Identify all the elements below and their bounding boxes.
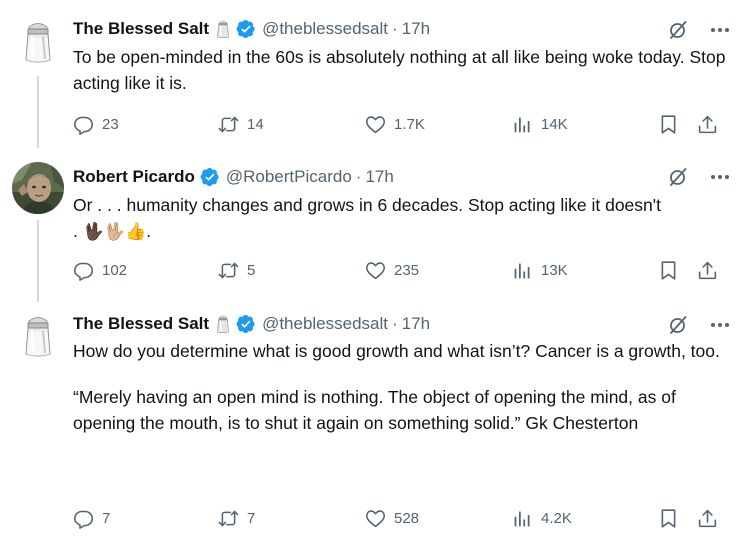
timestamp[interactable]: 17h <box>402 314 430 334</box>
salt-shaker-emoji-icon <box>215 314 231 334</box>
reply-icon <box>73 260 94 281</box>
verified-badge-icon <box>236 19 256 39</box>
retweet-button[interactable]: 5 <box>218 258 255 282</box>
thread-line <box>37 220 39 302</box>
tweet-1[interactable]: The Blessed Salt @theblessedsalt · 17h T… <box>0 0 753 148</box>
heart-icon <box>365 508 386 529</box>
bookmark-button[interactable] <box>658 506 679 530</box>
retweet-button[interactable]: 14 <box>218 112 264 136</box>
verified-badge-icon <box>200 167 220 187</box>
tweet-text-line: Or . . . humanity changes and grows in 6… <box>73 195 661 215</box>
tweet-2[interactable]: Robert Picardo @RobertPicardo · 17h Or .… <box>0 148 753 302</box>
retweet-count: 7 <box>247 509 256 527</box>
salt-shaker-emoji-icon <box>215 19 231 39</box>
like-count: 235 <box>394 261 420 279</box>
username[interactable]: @theblessedsalt <box>262 314 388 334</box>
avatar-salt-shaker-icon[interactable] <box>12 310 64 362</box>
reply-count: 102 <box>102 261 128 279</box>
view-count: 13K <box>541 261 568 279</box>
text-fragment: . <box>73 221 83 241</box>
reply-count: 23 <box>102 115 119 133</box>
thread-line <box>37 76 39 148</box>
text-fragment: . <box>146 221 152 241</box>
username[interactable]: @theblessedsalt <box>262 19 388 39</box>
tweet-text: Or . . . humanity changes and grows in 6… <box>73 192 743 245</box>
like-button[interactable]: 235 <box>365 258 419 282</box>
heart-icon <box>365 260 386 281</box>
share-icon <box>697 508 718 529</box>
reply-button[interactable]: 7 <box>73 506 110 530</box>
share-button[interactable] <box>697 506 718 530</box>
dot-separator: · <box>392 314 398 333</box>
verified-badge-icon <box>236 314 256 334</box>
view-count: 14K <box>541 115 568 133</box>
like-button[interactable]: 528 <box>365 506 419 530</box>
tweet-text: How do you determine what is good growth… <box>73 338 723 436</box>
views-button[interactable]: 14K <box>512 112 568 136</box>
tweet-text-paragraph: “Merely having an open mind is nothing. … <box>73 387 676 433</box>
share-icon <box>697 114 718 135</box>
tweet-header: The Blessed Salt @theblessedsalt · 17h <box>73 17 430 41</box>
tweet-3[interactable]: The Blessed Salt @theblessedsalt · 17h H… <box>0 296 753 547</box>
reply-icon <box>73 114 94 135</box>
avatar-salt-shaker-icon[interactable] <box>12 16 64 68</box>
reply-button[interactable]: 102 <box>73 258 127 282</box>
heart-icon <box>365 114 386 135</box>
more-options-icon[interactable] <box>711 18 729 42</box>
grok-icon[interactable] <box>668 167 688 187</box>
analytics-icon <box>512 508 533 529</box>
username[interactable]: @RobertPicardo <box>226 167 352 187</box>
action-bar: 23 14 1.7K 14K <box>73 112 733 136</box>
tweet-text-line: . 🖖🏿🖖🏼👍. <box>73 218 743 245</box>
analytics-icon <box>512 114 533 135</box>
display-name[interactable]: Robert Picardo <box>73 167 195 187</box>
reply-icon <box>73 508 94 529</box>
more-options-icon[interactable] <box>711 165 729 189</box>
like-count: 1.7K <box>394 115 425 133</box>
view-count: 4.2K <box>541 509 572 527</box>
share-button[interactable] <box>697 258 718 282</box>
tweet-header: Robert Picardo @RobertPicardo · 17h <box>73 165 394 189</box>
action-bar: 102 5 235 13K <box>73 258 733 282</box>
bookmark-icon <box>658 260 679 281</box>
share-icon <box>697 260 718 281</box>
bookmark-icon <box>658 508 679 529</box>
display-name[interactable]: The Blessed Salt <box>73 19 209 39</box>
bookmark-button[interactable] <box>658 258 679 282</box>
tweet-text-paragraph: How do you determine what is good growth… <box>73 341 720 361</box>
reply-count: 7 <box>102 509 111 527</box>
like-button[interactable]: 1.7K <box>365 112 425 136</box>
timestamp[interactable]: 17h <box>402 19 430 39</box>
reply-button[interactable]: 23 <box>73 112 119 136</box>
display-name[interactable]: The Blessed Salt <box>73 314 209 334</box>
share-button[interactable] <box>697 112 718 136</box>
grok-icon[interactable] <box>668 20 688 40</box>
action-bar: 7 7 528 4.2K <box>73 506 733 530</box>
views-button[interactable]: 13K <box>512 258 568 282</box>
timestamp[interactable]: 17h <box>365 167 393 187</box>
views-button[interactable]: 4.2K <box>512 506 572 530</box>
tweet-header: The Blessed Salt @theblessedsalt · 17h <box>73 312 430 336</box>
more-options-icon[interactable] <box>711 313 729 337</box>
retweet-count: 5 <box>247 261 256 279</box>
retweet-button[interactable]: 7 <box>218 506 255 530</box>
vulcan-salute-thumbs-up-emoji: 🖖🏿🖖🏼👍 <box>82 222 147 241</box>
tweet-text: To be open-minded in the 60s is absolute… <box>73 44 733 96</box>
bookmark-icon <box>658 114 679 135</box>
dot-separator: · <box>392 19 398 38</box>
retweet-icon <box>218 114 239 135</box>
dot-separator: · <box>355 167 362 186</box>
analytics-icon <box>512 260 533 281</box>
tweet-text-paragraph: To be open-minded in the 60s is absolute… <box>73 47 726 93</box>
avatar-profile-photo[interactable] <box>12 162 64 214</box>
bookmark-button[interactable] <box>658 112 679 136</box>
grok-icon[interactable] <box>668 315 688 335</box>
like-count: 528 <box>394 509 420 527</box>
retweet-icon <box>218 508 239 529</box>
retweet-count: 14 <box>247 115 264 133</box>
retweet-icon <box>218 260 239 281</box>
